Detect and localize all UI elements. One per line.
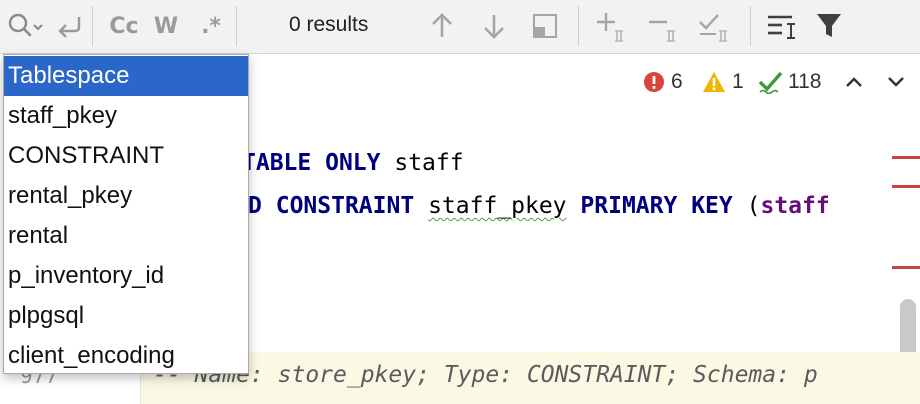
next-highlighted-error-icon[interactable] — [884, 67, 908, 97]
completion-item[interactable]: client_encoding — [4, 336, 248, 376]
identifier-token: staff — [394, 150, 464, 176]
completion-item[interactable]: CONSTRAINT — [4, 136, 248, 176]
toolbar-separator — [750, 6, 751, 46]
remove-selection-icon[interactable] — [646, 10, 682, 42]
code-line: TABLE ONLY staff — [242, 150, 464, 176]
toolbar-separator — [92, 6, 93, 46]
keyword-token: CONSTRAINT — [275, 193, 415, 219]
completion-item[interactable]: p_inventory_id — [4, 256, 248, 296]
error-count[interactable]: 6 — [643, 67, 683, 97]
keyword-token: PRIMARY — [580, 193, 678, 219]
column-token: staff — [760, 193, 830, 219]
match-case-icon[interactable]: Cc — [104, 10, 144, 42]
error-stripe-mark[interactable] — [892, 156, 920, 159]
search-in-selection-icon[interactable] — [530, 10, 560, 42]
previous-highlighted-error-icon[interactable] — [842, 67, 866, 97]
add-selection-icon[interactable] — [594, 10, 630, 42]
punctuation-token: ( — [746, 193, 761, 219]
completion-item[interactable]: staff_pkey — [4, 96, 248, 136]
keyword-token: TABLE — [242, 150, 312, 176]
completion-item[interactable]: plpgsql — [4, 296, 248, 336]
regex-icon[interactable]: .* — [194, 10, 228, 42]
find-toolbar: Cc W .* 0 results — [0, 0, 920, 54]
keyword-token: D — [248, 193, 262, 219]
completion-popup: Tablespace staff_pkey CONSTRAINT rental_… — [3, 54, 249, 374]
previous-occurrence-icon[interactable] — [428, 10, 456, 42]
ok-count[interactable]: 118 — [758, 67, 821, 97]
results-count: 0 results — [289, 13, 369, 36]
error-count-value: 6 — [671, 70, 683, 93]
filter-icon[interactable] — [814, 10, 844, 42]
toolbar-separator — [236, 6, 237, 46]
completion-item-selected[interactable]: Tablespace — [4, 56, 248, 96]
warning-icon — [703, 72, 725, 92]
error-icon — [644, 72, 664, 92]
keyword-token: ONLY — [325, 150, 381, 176]
select-all-occurrences-icon[interactable] — [696, 10, 734, 42]
completion-item[interactable]: rental — [4, 216, 248, 256]
error-stripe-mark[interactable] — [892, 266, 920, 269]
search-history-icon[interactable] — [4, 10, 46, 42]
replace-icon[interactable] — [52, 10, 86, 42]
toolbar-separator — [578, 6, 579, 46]
keyword-token: KEY — [691, 193, 733, 219]
filter-settings-icon[interactable] — [764, 10, 798, 42]
check-icon — [758, 71, 783, 94]
identifier-token: staff_pkey — [428, 193, 567, 219]
whole-words-icon[interactable]: W — [150, 10, 182, 42]
next-occurrence-icon[interactable] — [480, 10, 508, 42]
error-stripe-mark[interactable] — [892, 185, 920, 188]
code-comment: -- Name: store_pkey; Type: CONSTRAINT; S… — [153, 362, 818, 388]
completion-item[interactable]: rental_pkey — [4, 176, 248, 216]
code-line: D CONSTRAINT staff_pkey PRIMARY KEY (sta… — [248, 193, 830, 219]
warning-count[interactable]: 1 — [702, 67, 744, 97]
ok-count-value: 118 — [788, 70, 822, 93]
warning-count-value: 1 — [732, 70, 744, 93]
